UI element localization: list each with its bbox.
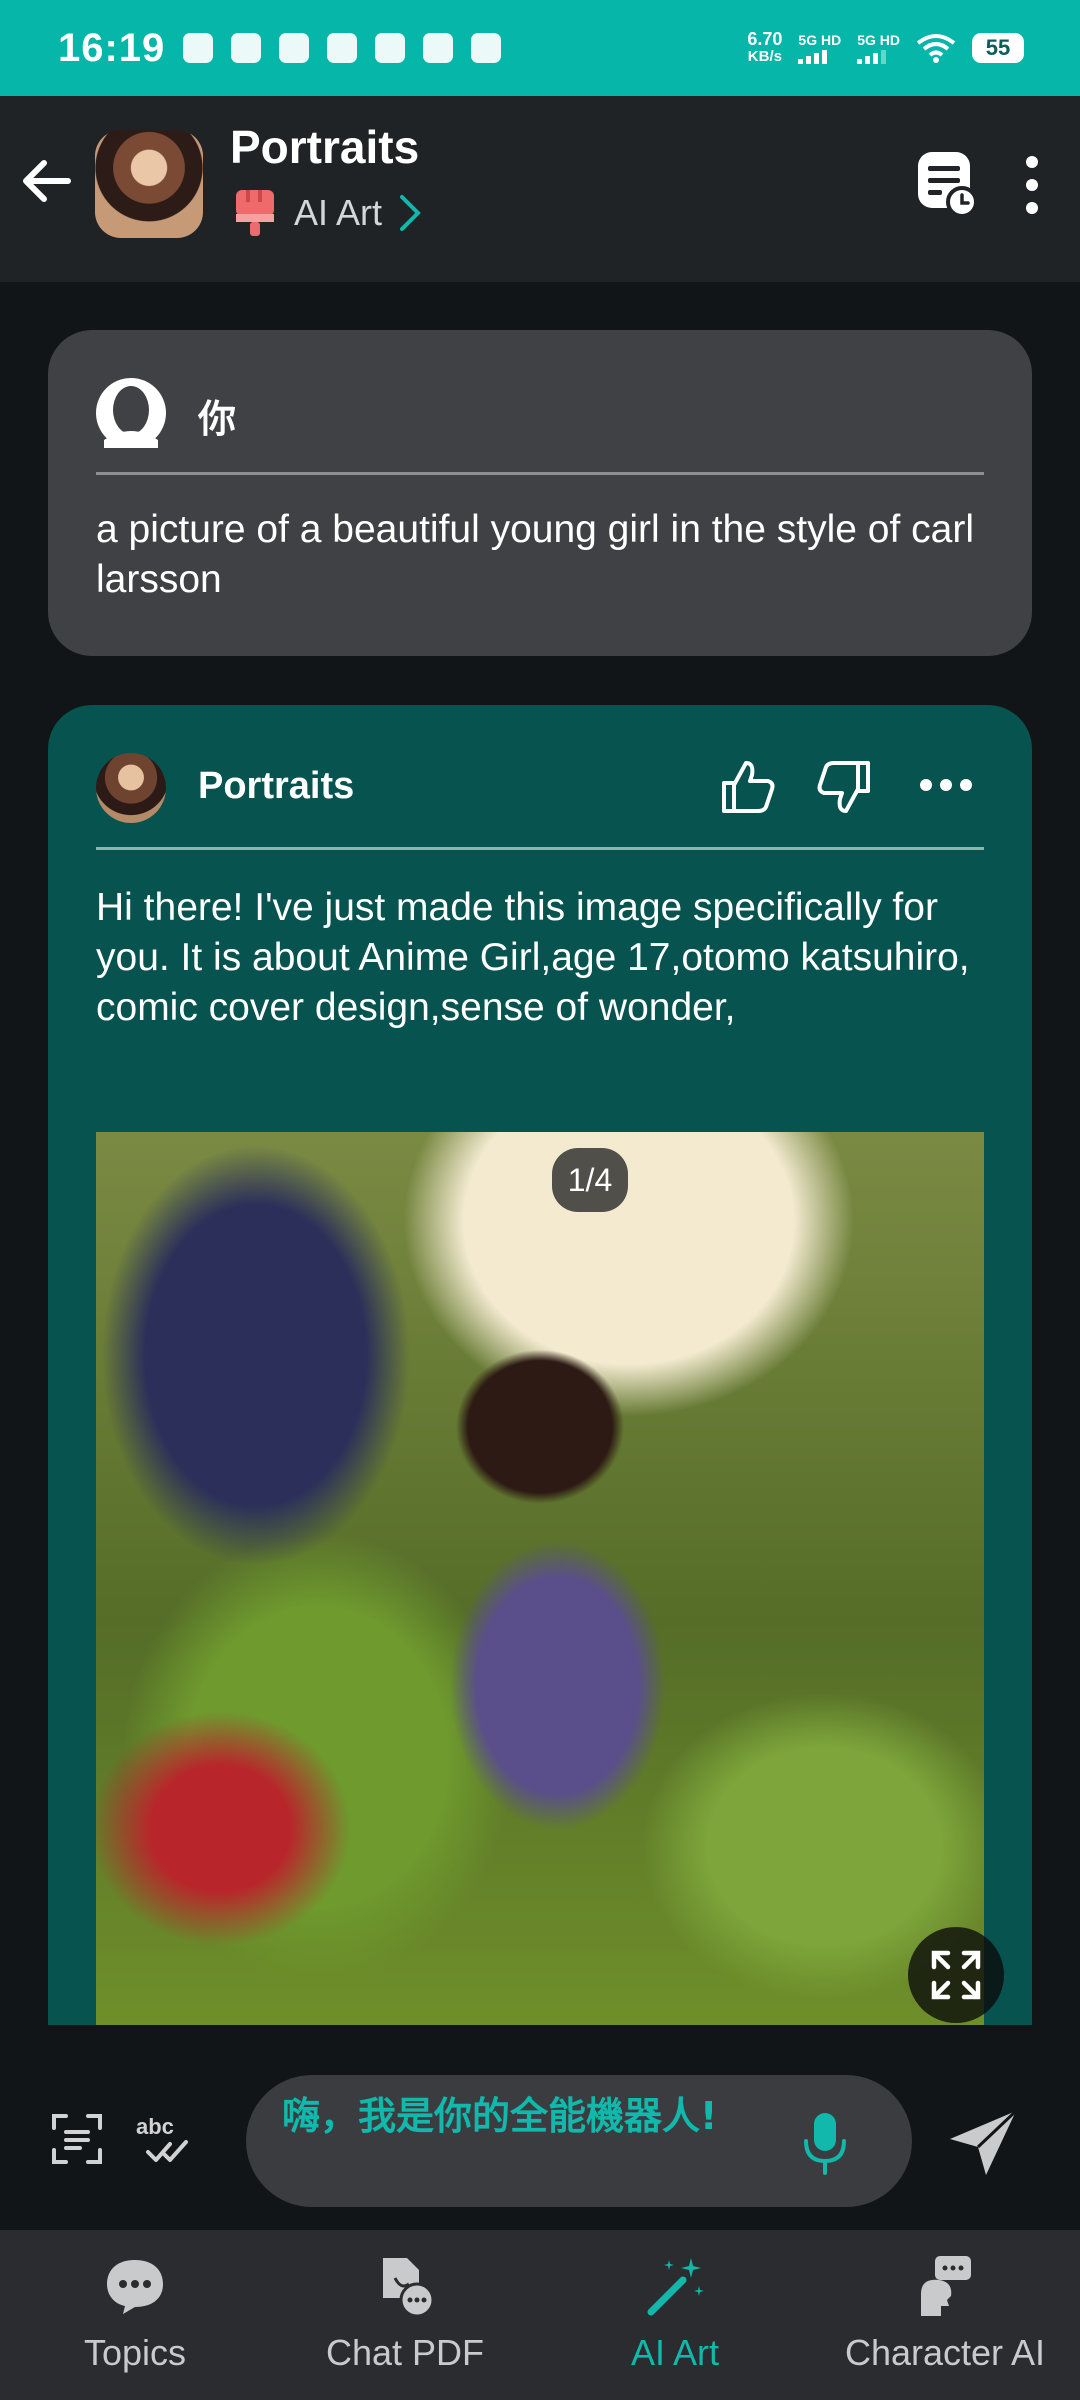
user-message-text: a picture of a beautiful young girl in t… xyxy=(96,508,974,601)
message-divider xyxy=(96,472,984,475)
status-bar: 16:19 6.70 KB/s 5G HD 5G HD 55 xyxy=(0,0,1080,96)
chevron-right-icon xyxy=(400,195,421,231)
send-icon[interactable] xyxy=(946,2105,1022,2181)
chat-title: Portraits xyxy=(230,121,420,173)
notification-app-icon xyxy=(423,33,454,63)
notification-app-icon xyxy=(231,33,262,63)
thumbs-up-icon[interactable] xyxy=(718,757,778,817)
spell-check-icon[interactable]: abc xyxy=(134,2112,194,2166)
category-label: AI Art xyxy=(294,192,383,233)
message-divider xyxy=(96,847,984,850)
fullscreen-button[interactable] xyxy=(908,1927,1004,2023)
chat-header: Portraits AI Art xyxy=(0,96,1080,282)
signal-icon xyxy=(857,48,900,64)
user-avatar-icon xyxy=(96,378,166,448)
network-speed-value: 6.70 xyxy=(747,29,783,49)
bot-avatar[interactable] xyxy=(95,130,203,238)
nav-ai-art[interactable]: AI Art xyxy=(540,2230,810,2400)
network-speed-unit: KB/s xyxy=(747,48,782,65)
nav-topics[interactable]: Topics xyxy=(0,2230,270,2400)
bot-message-avatar xyxy=(96,753,166,823)
notification-app-icon xyxy=(375,33,406,63)
nav-label: Topics xyxy=(83,2332,187,2373)
network-speed: 6.70 KB/s xyxy=(747,30,782,66)
bottom-navigation: Topics Chat PDF AI Art Character AI xyxy=(0,2230,1080,2400)
paint-brush-icon xyxy=(236,190,274,236)
battery-indicator: 55 xyxy=(972,33,1024,63)
image-counter: 1/4 xyxy=(552,1148,628,1212)
signal-icon xyxy=(798,48,841,64)
sim1-label: 5G HD xyxy=(798,32,842,48)
bot-name: Portraits xyxy=(198,765,355,807)
status-time: 16:19 xyxy=(58,25,166,70)
notification-app-icon xyxy=(471,33,502,63)
message-input[interactable]: 嗨，我是你的全能機器人! xyxy=(246,2075,912,2207)
user-name: 你 xyxy=(198,399,237,441)
pdf-chat-icon xyxy=(383,2258,435,2318)
expand-icon xyxy=(931,1950,981,2000)
input-bar: abc 嗨，我是你的全能機器人! xyxy=(0,2025,1080,2230)
text-scan-icon[interactable] xyxy=(50,2112,104,2166)
nav-label: AI Art xyxy=(630,2332,720,2373)
wifi-icon xyxy=(916,34,956,63)
category-link[interactable]: AI Art xyxy=(232,188,422,238)
microphone-icon[interactable] xyxy=(802,2111,848,2175)
bot-message-bubble: Portraits Hi there! I've just made this … xyxy=(48,705,1032,2025)
back-arrow-icon[interactable] xyxy=(18,151,78,211)
chat-history-icon[interactable] xyxy=(916,150,978,218)
more-horizontal-icon[interactable] xyxy=(916,765,976,805)
bot-message-text: Hi there! I've just made this image spec… xyxy=(96,886,970,1029)
svg-text:abc: abc xyxy=(136,2114,174,2139)
nav-label: Character AI xyxy=(844,2332,1046,2373)
notification-app-icon xyxy=(279,33,310,63)
more-vertical-icon[interactable] xyxy=(1016,154,1048,216)
notification-app-icon xyxy=(183,33,214,63)
generated-image[interactable]: 1/4 xyxy=(96,1132,1004,2025)
nav-label: Chat PDF xyxy=(325,2332,485,2373)
magic-wand-icon xyxy=(647,2258,704,2316)
user-message-bubble: 你 a picture of a beautiful young girl in… xyxy=(48,330,1032,656)
sim2-label: 5G HD xyxy=(857,32,900,48)
sim2-signal: 5G HD xyxy=(857,32,900,64)
chat-bubble-icon xyxy=(107,2260,163,2314)
sim1-signal: 5G HD xyxy=(798,32,841,64)
tiktok-notification-icon xyxy=(327,33,358,63)
thumbs-down-icon[interactable] xyxy=(814,757,874,817)
nav-chat-pdf[interactable]: Chat PDF xyxy=(270,2230,540,2400)
character-icon xyxy=(921,2256,971,2316)
message-input-placeholder: 嗨，我是你的全能機器人! xyxy=(282,2094,718,2138)
nav-character-ai[interactable]: Character AI xyxy=(810,2230,1080,2400)
